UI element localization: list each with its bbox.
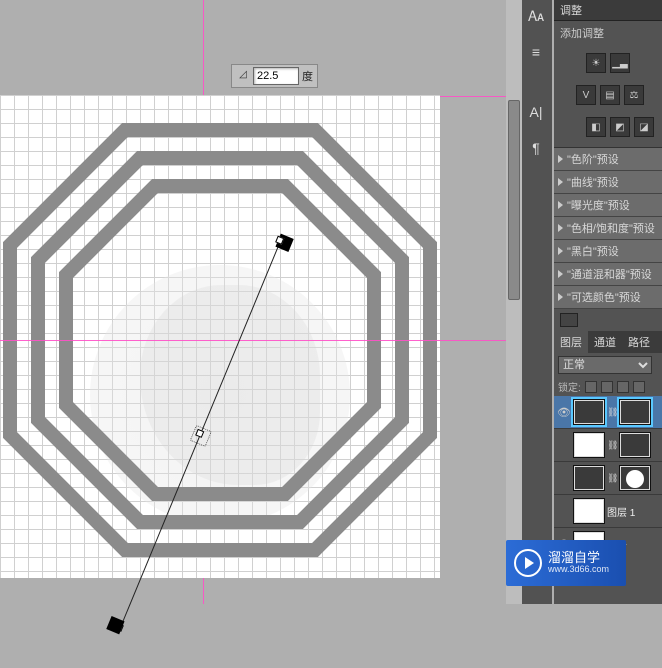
add-adjustment-label: 添加调整: [554, 21, 662, 45]
mask-link-icon[interactable]: ⛓: [607, 473, 617, 484]
levels-icon[interactable]: ▁▃: [610, 53, 630, 73]
preset-label: "色阶"预设: [567, 151, 619, 167]
layer-row[interactable]: ⛓: [554, 429, 662, 462]
lock-label: 锁定:: [558, 379, 581, 394]
photo-filter-icon[interactable]: ◩: [610, 117, 630, 137]
blend-mode-select[interactable]: 正常: [558, 356, 652, 374]
preset-label: "通道混和器"预设: [567, 266, 652, 282]
visibility-toggle[interactable]: 👁: [557, 405, 571, 419]
canvas-vertical-scrollbar[interactable]: [506, 0, 522, 604]
character-panel-icon[interactable]: 🗛: [524, 4, 548, 28]
brightness-contrast-icon[interactable]: ☀: [586, 53, 606, 73]
layer-thumbnail[interactable]: [573, 432, 605, 458]
preset-exposure[interactable]: "曝光度"预设: [554, 194, 662, 217]
typography-panel-icon[interactable]: A|: [524, 100, 548, 124]
disclosure-icon: [558, 293, 563, 301]
angle-icon: ◿: [236, 69, 250, 83]
layer-row[interactable]: 👁 ⛓: [554, 396, 662, 429]
preset-label: "曝光度"预设: [567, 197, 630, 213]
collapsed-panel-dock: 🗛 ≡ A| ¶: [522, 0, 552, 604]
mask-link-icon[interactable]: ⛓: [607, 407, 617, 418]
right-panel-column: 调整 添加调整 ☀ ▁▃ V ▤ ⚖ ◧ ◩ ◪ "色阶"预设 "曲线"预设 "…: [554, 0, 662, 604]
tab-paths[interactable]: 路径: [622, 331, 656, 353]
layer-mask-thumbnail[interactable]: [619, 465, 651, 491]
layers-panel-tabs: 图层 通道 路径: [554, 331, 662, 353]
adjustment-icons-row-1: ☀ ▁▃: [554, 45, 662, 77]
adjustment-icons-row-3: ◧ ◩ ◪: [554, 109, 662, 141]
disclosure-icon: [558, 247, 563, 255]
preset-channel-mixer[interactable]: "通道混和器"预设: [554, 263, 662, 286]
play-icon: [514, 549, 542, 577]
preset-selective-color[interactable]: "可选颜色"预设: [554, 286, 662, 309]
layer-mask-thumbnail[interactable]: [619, 432, 651, 458]
layer-mask-thumbnail[interactable]: [619, 399, 651, 425]
vibrance-icon[interactable]: V: [576, 85, 596, 105]
disclosure-icon: [558, 201, 563, 209]
black-white-icon[interactable]: ◧: [586, 117, 606, 137]
lock-all-icon[interactable]: [633, 381, 645, 393]
rotation-unit: 度: [302, 68, 313, 84]
layers-list: 👁 ⛓ ⛓ ⛓ 图层 1 👁 背景: [554, 396, 662, 546]
watermark-badge: 溜溜自学 www.3d66.com: [506, 540, 626, 586]
watermark-title: 溜溜自学: [548, 551, 609, 565]
layer-thumbnail[interactable]: [573, 399, 605, 425]
tab-channels[interactable]: 通道: [588, 331, 622, 353]
transform-anchor-bottom[interactable]: [106, 616, 124, 634]
preset-label: "可选颜色"预设: [567, 289, 641, 305]
visibility-toggle[interactable]: [557, 471, 571, 485]
blend-mode-row: 正常: [554, 353, 662, 377]
disclosure-icon: [558, 155, 563, 163]
document-canvas[interactable]: [0, 95, 440, 578]
preset-levels[interactable]: "色阶"预设: [554, 148, 662, 171]
layer-thumbnail[interactable]: [573, 465, 605, 491]
lock-pixels-icon[interactable]: [601, 381, 613, 393]
disclosure-icon: [558, 224, 563, 232]
pilcrow-icon[interactable]: ¶: [524, 136, 548, 160]
layer-name: 图层 1: [607, 504, 635, 519]
rotation-field: ◿ 度: [231, 64, 318, 88]
visibility-toggle[interactable]: [557, 438, 571, 452]
footer-icon[interactable]: [560, 313, 578, 327]
disclosure-icon: [558, 270, 563, 278]
layer-row[interactable]: ⛓: [554, 462, 662, 495]
paragraph-panel-icon[interactable]: ≡: [524, 40, 548, 64]
tab-layers[interactable]: 图层: [554, 331, 588, 353]
lock-position-icon[interactable]: [617, 381, 629, 393]
gradient-map-icon[interactable]: ▤: [600, 85, 620, 105]
invert-icon[interactable]: ◪: [634, 117, 654, 137]
rotation-input[interactable]: [253, 67, 299, 85]
preset-curves[interactable]: "曲线"预设: [554, 171, 662, 194]
adjustments-footer: [554, 309, 662, 331]
canvas-viewport: ◿ 度: [0, 0, 506, 604]
adjustment-icons-row-2: V ▤ ⚖: [554, 77, 662, 109]
adjustments-panel-title: 调整: [554, 0, 662, 21]
scrollbar-thumb[interactable]: [508, 100, 520, 300]
visibility-toggle[interactable]: [557, 504, 571, 518]
preset-label: "色相/饱和度"预设: [567, 220, 655, 236]
lock-row: 锁定:: [554, 377, 662, 396]
preset-hue-sat[interactable]: "色相/饱和度"预设: [554, 217, 662, 240]
preset-label: "曲线"预设: [567, 174, 619, 190]
preset-label: "黑白"预设: [567, 243, 619, 259]
transform-center-point[interactable]: [195, 429, 204, 438]
layer-thumbnail[interactable]: [573, 498, 605, 524]
adjustment-presets-list: "色阶"预设 "曲线"预设 "曝光度"预设 "色相/饱和度"预设 "黑白"预设 …: [554, 147, 662, 309]
lock-transparency-icon[interactable]: [585, 381, 597, 393]
layer-row[interactable]: 图层 1: [554, 495, 662, 528]
color-balance-icon[interactable]: ⚖: [624, 85, 644, 105]
watermark-url: www.3d66.com: [548, 565, 609, 575]
preset-bw[interactable]: "黑白"预设: [554, 240, 662, 263]
disclosure-icon: [558, 178, 563, 186]
mask-link-icon[interactable]: ⛓: [607, 440, 617, 451]
